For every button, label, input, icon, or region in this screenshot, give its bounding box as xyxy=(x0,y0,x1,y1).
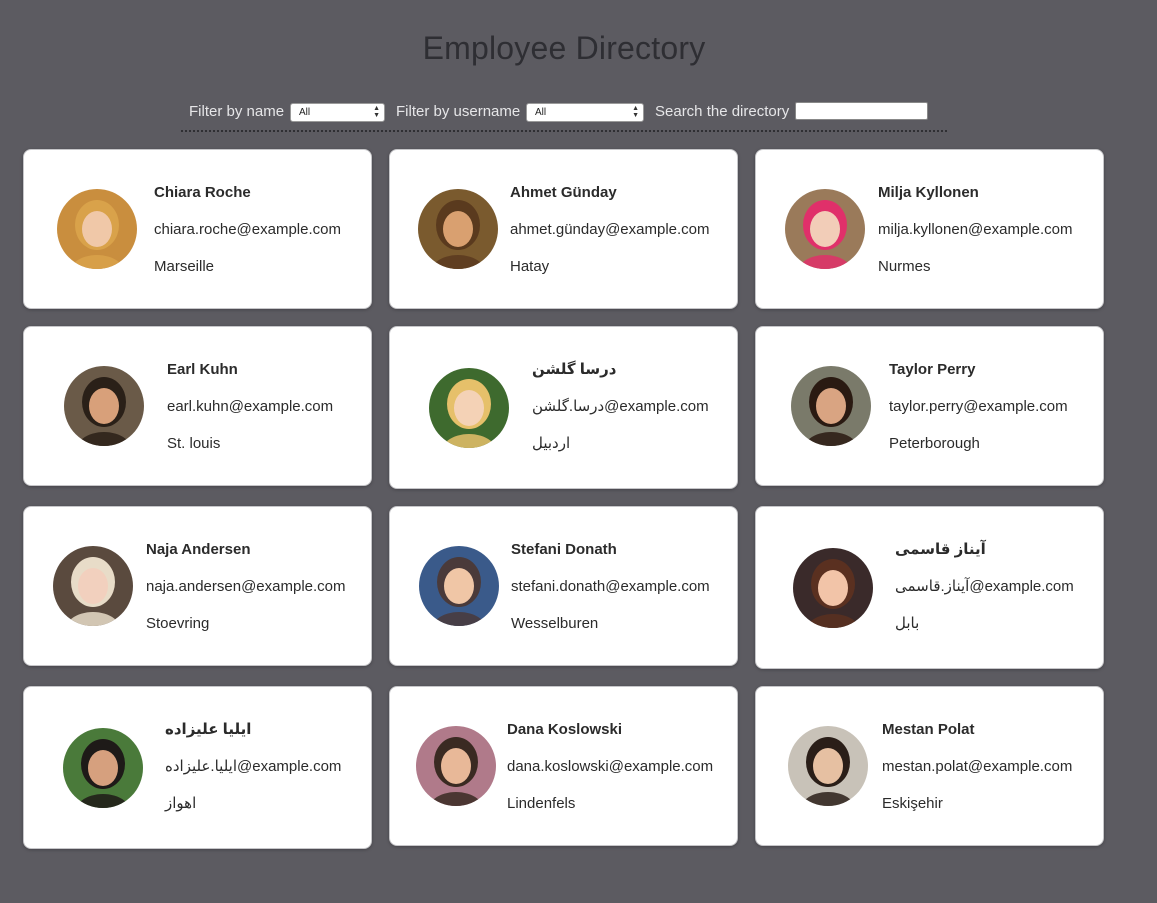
employee-info: Dana Koslowski dana.koslowski@example.com… xyxy=(507,720,713,814)
employee-email: درسا.گلشن@example.com xyxy=(532,398,709,415)
employee-info: Earl Kuhn earl.kuhn@example.com St. louis xyxy=(167,360,333,454)
employee-card[interactable]: Dana Koslowski dana.koslowski@example.com… xyxy=(389,686,738,846)
filter-by-username-value: All xyxy=(535,107,547,118)
employee-name: Chiara Roche xyxy=(154,184,251,201)
employee-card[interactable]: Milja Kyllonen milja.kyllonen@example.com… xyxy=(755,149,1104,309)
employee-card[interactable]: درسا گلشن درسا.گلشن@example.com اردبیل xyxy=(389,326,738,489)
employee-city: Peterborough xyxy=(889,435,980,452)
employee-city: St. louis xyxy=(167,435,221,452)
employee-email: mestan.polat@example.com xyxy=(882,758,1073,775)
filter-by-username-select[interactable]: All ▲ ▼ xyxy=(526,103,644,122)
employee-avatar xyxy=(57,189,137,269)
employee-city: Nurmes xyxy=(878,258,931,275)
employee-city: بابل xyxy=(895,615,920,632)
employee-email: chiara.roche@example.com xyxy=(154,221,341,238)
select-arrows-icon: ▲ ▼ xyxy=(632,105,639,119)
employee-avatar xyxy=(416,726,496,806)
employee-avatar xyxy=(793,548,873,628)
employee-city: Lindenfels xyxy=(507,795,576,812)
employee-info: Chiara Roche chiara.roche@example.com Mars… xyxy=(154,183,341,277)
employee-info: Milja Kyllonen milja.kyllonen@example.com… xyxy=(878,183,1072,277)
search-input[interactable] xyxy=(795,102,928,120)
employee-info: آیناز قاسمی آیناز.قاسمی@example.com بابل xyxy=(895,540,1074,634)
employee-card[interactable]: Mestan Polat mestan.polat@example.com Eski… xyxy=(755,686,1104,846)
filter-by-username-label: Filter by username xyxy=(396,103,521,120)
employee-card[interactable]: Taylor Perry taylor.perry@example.com Pete… xyxy=(755,326,1104,486)
employee-card[interactable]: Stefani Donath stefani.donath@example.com… xyxy=(389,506,738,666)
search-label: Search the directory xyxy=(655,103,790,120)
employee-avatar xyxy=(418,189,498,269)
employee-info: Mestan Polat mestan.polat@example.com Eski… xyxy=(882,720,1072,814)
employee-name: آیناز قاسمی xyxy=(895,541,986,558)
filter-by-name-select[interactable]: All ▲ ▼ xyxy=(290,103,385,122)
employee-avatar xyxy=(64,366,144,446)
employee-avatar xyxy=(63,728,143,808)
employee-avatar xyxy=(419,546,499,626)
employee-avatar xyxy=(429,368,509,448)
employee-info: درسا گلشن درسا.گلشن@example.com اردبیل xyxy=(532,360,709,454)
employee-email: milja.kyllonen@example.com xyxy=(878,221,1073,238)
employee-name: Stefani Donath xyxy=(511,541,617,558)
employee-name: Taylor Perry xyxy=(889,361,976,378)
employee-card[interactable]: Ahmet Günday ahmet.günday@example.com Hata… xyxy=(389,149,738,309)
employee-name: Ahmet Günday xyxy=(510,184,617,201)
employee-email: ایلیا.علیزاده@example.com xyxy=(165,758,342,775)
employee-card[interactable]: Naja Andersen naja.andersen@example.com St… xyxy=(23,506,372,666)
filter-by-name-label: Filter by name xyxy=(189,103,285,120)
employee-name: Milja Kyllonen xyxy=(878,184,979,201)
employee-email: stefani.donath@example.com xyxy=(511,578,710,595)
employee-avatar xyxy=(53,546,133,626)
employee-email: آیناز.قاسمی@example.com xyxy=(895,578,1074,595)
employee-card[interactable]: Chiara Roche chiara.roche@example.com Mars… xyxy=(23,149,372,309)
employee-city: اردبیل xyxy=(532,435,571,452)
employee-name: Dana Koslowski xyxy=(507,721,623,738)
employee-name: Mestan Polat xyxy=(882,721,975,738)
select-arrows-icon: ▲ ▼ xyxy=(373,105,380,119)
employee-avatar xyxy=(791,366,871,446)
employee-card[interactable]: ایلیا علیزاده ایلیا.علیزاده@example.com اه… xyxy=(23,686,372,849)
employee-email: naja.andersen@example.com xyxy=(146,578,346,595)
employee-city: Hatay xyxy=(510,258,550,275)
page-title: Employee Directory xyxy=(422,30,706,66)
employee-name: Earl Kuhn xyxy=(167,361,238,378)
employee-info: Ahmet Günday ahmet.günday@example.com Hata… xyxy=(510,183,710,277)
filter-by-name-value: All xyxy=(299,107,311,118)
employee-name: درسا گلشن xyxy=(532,361,617,378)
employee-avatar xyxy=(788,726,868,806)
employee-city: Marseille xyxy=(154,258,215,275)
employee-card[interactable]: Earl Kuhn earl.kuhn@example.com St. louis xyxy=(23,326,372,486)
employee-city: Stoevring xyxy=(146,615,210,632)
employee-name: Naja Andersen xyxy=(146,541,251,558)
employee-info: ایلیا علیزاده ایلیا.علیزاده@example.com اه… xyxy=(165,720,341,814)
employee-city: اهواز xyxy=(165,795,197,812)
employee-info: Naja Andersen naja.andersen@example.com St… xyxy=(146,540,346,634)
employee-email: ahmet.günday@example.com xyxy=(510,221,710,238)
employee-info: Stefani Donath stefani.donath@example.com… xyxy=(511,540,710,634)
employee-email: taylor.perry@example.com xyxy=(889,398,1068,415)
employee-name: ایلیا علیزاده xyxy=(165,721,252,738)
employee-avatar xyxy=(785,189,865,269)
employee-card[interactable]: آیناز قاسمی آیناز.قاسمی@example.com بابل xyxy=(755,506,1104,669)
employee-city: Wesselburen xyxy=(511,615,599,632)
employee-email: earl.kuhn@example.com xyxy=(167,398,334,415)
employee-info: Taylor Perry taylor.perry@example.com Pete… xyxy=(889,360,1068,454)
employee-email: dana.koslowski@example.com xyxy=(507,758,714,775)
filter-bar: Filter by name All ▲ ▼ Filter by username… xyxy=(181,100,947,132)
employee-city: Eskişehir xyxy=(882,795,943,812)
